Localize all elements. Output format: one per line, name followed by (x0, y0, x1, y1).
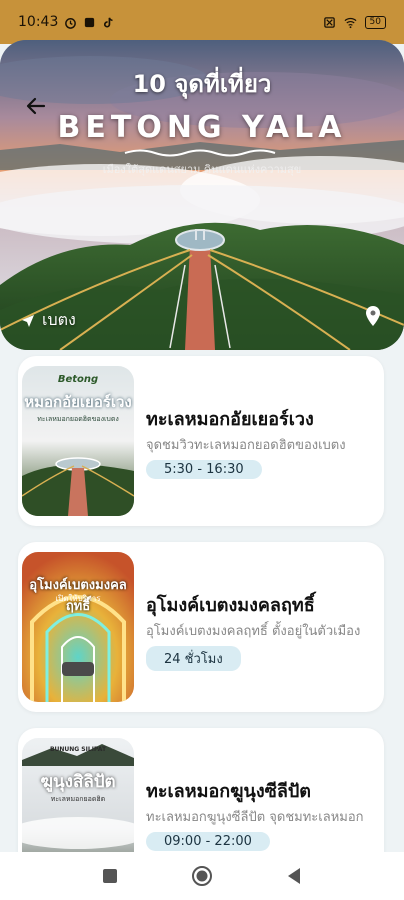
thumbnail-label: ฆูนุงสิลิปัต (40, 772, 116, 792)
hero-location: เบตง (20, 308, 76, 333)
opening-hours-badge: 5:30 - 16:30 (146, 460, 262, 479)
recent-apps-icon (103, 869, 117, 883)
back-triangle-icon (288, 868, 300, 884)
place-title: ทะเลหมอกฆูนุงซีลีปัต (146, 781, 311, 802)
hero-subtitle: 10 จุดที่เที่ยว (132, 70, 272, 98)
sim-off-icon (323, 16, 335, 28)
place-title: ทะเลหมอกอัยเยอร์เวง (146, 409, 314, 430)
battery-icon: 50 (364, 15, 386, 29)
place-description: ทะเลหมอกฆูนุงซีลีปัต จุดชมทะเลหมอก (146, 810, 364, 825)
place-title: อุโมงค์เบตงมงคลฤทธิ์ (146, 595, 315, 616)
place-thumbnail: อุโมงค์เบตงมงคลฤทธิ์ เปิดให้บริการ (22, 552, 134, 702)
thumbnail-caption: เปิดให้บริการ (55, 594, 101, 603)
map-pin-button[interactable] (364, 305, 382, 331)
opening-hours-badge: 24 ชั่วโมง (146, 646, 241, 671)
hero-tagline: เมืองใต้สุดแดนสยาม ดินแดนแห่งความสุข (102, 163, 302, 176)
thumbnail-caption: ทะเลหมอกยอดฮิตของเบตง (37, 415, 119, 423)
place-card[interactable]: Betong หมอกอัยเยอร์เวง ทะเลหมอกยอดฮิตของ… (18, 356, 384, 526)
map-pin-icon (366, 306, 380, 326)
place-description: จุดชมวิวทะเลหมอกยอดฮิตของเบตง (146, 438, 346, 453)
home-button[interactable] (191, 865, 213, 887)
app-icon (85, 17, 95, 27)
hero-location-label: เบตง (42, 310, 76, 329)
thumbnail-label-top: BUNUNG SILIPAT (49, 746, 107, 753)
back-nav-button[interactable] (283, 865, 305, 887)
wifi-icon (344, 17, 357, 28)
thumbnail-label: หมอกอัยเยอร์เวง (24, 393, 132, 411)
status-bar: 10:43 50 (0, 0, 404, 44)
tiktok-icon (104, 17, 113, 28)
thumbnail-label-top: Betong (57, 374, 99, 385)
recent-apps-button[interactable] (99, 865, 121, 887)
status-time: 10:43 (18, 14, 59, 30)
opening-hours-badge: 09:00 - 22:00 (146, 832, 270, 851)
home-icon (192, 866, 212, 886)
hero-title: BETONG YALA (57, 110, 347, 145)
place-description: อุโมงค์เบตงมงคลฤทธิ์ ตั้งอยู่ในตัวเมือง (146, 624, 361, 639)
place-card[interactable]: อุโมงค์เบตงมงคลฤทธิ์ เปิดให้บริการ อุโมง… (18, 542, 384, 712)
place-thumbnail: Betong หมอกอัยเยอร์เวง ทะเลหมอกยอดฮิตของ… (22, 366, 134, 516)
thumbnail-caption: ทะเลหมอกยอดฮิต (50, 795, 106, 803)
alarm-icon (65, 17, 77, 29)
hero-banner: 10 จุดที่เที่ยว BETONG YALA เมืองใต้สุดแ… (0, 40, 404, 350)
system-nav-bar (0, 852, 404, 900)
navigation-arrow-icon (22, 314, 34, 327)
